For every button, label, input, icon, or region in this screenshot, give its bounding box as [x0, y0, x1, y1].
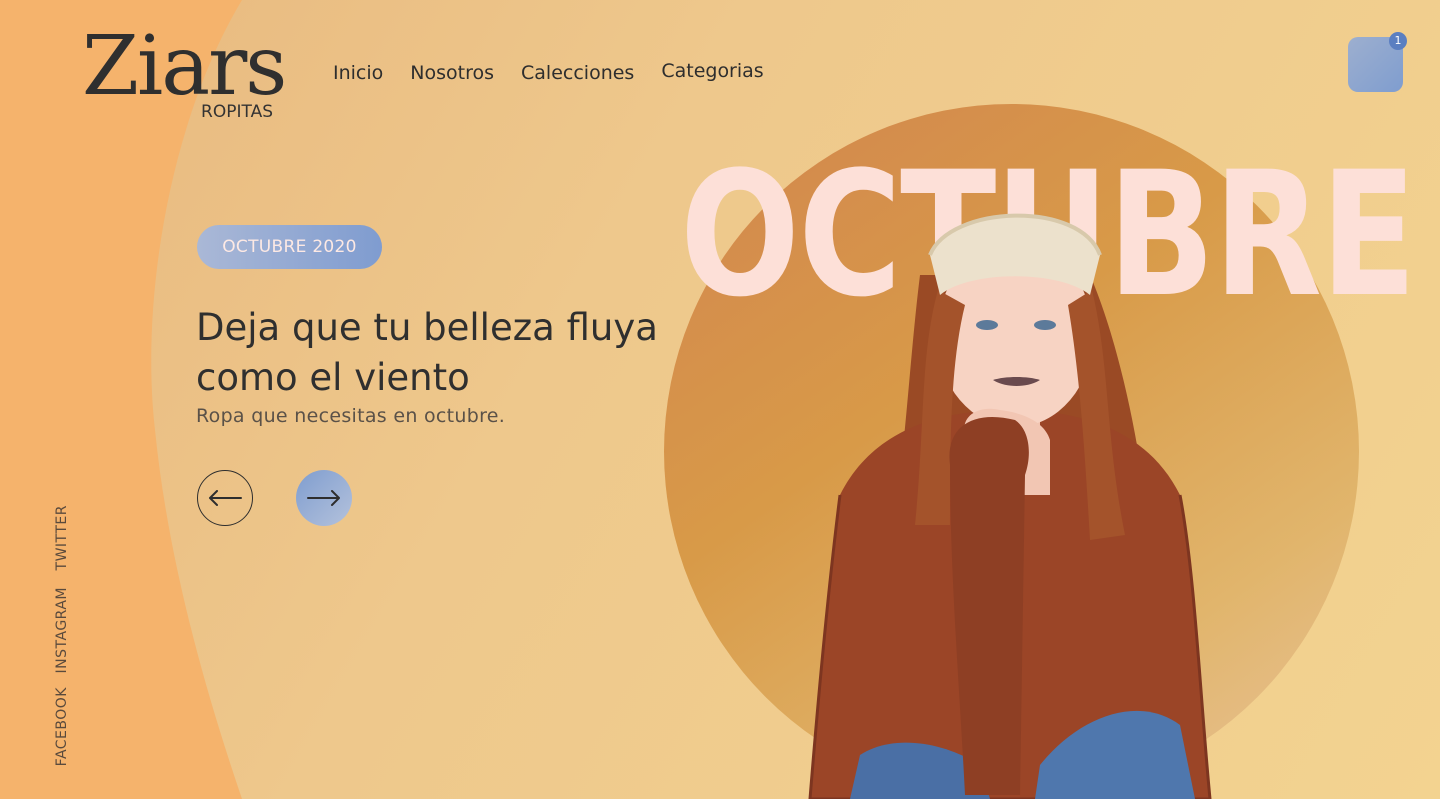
brand-name: Ziars	[82, 19, 287, 114]
season-badge: OCTUBRE 2020	[197, 225, 382, 269]
hero-headline-line2: como el viento	[196, 356, 470, 399]
brand-tagline: ROPITAS	[201, 102, 273, 122]
hero-subtitle: Ropa que necesitas en octubre.	[196, 405, 506, 427]
nav-item-categorias[interactable]: Categorias	[661, 60, 763, 82]
model-photo	[808, 213, 1212, 799]
social-link-twitter[interactable]: TWITTER	[54, 505, 70, 570]
nav-item-inicio[interactable]: Inicio	[333, 62, 383, 84]
nav-item-calecciones[interactable]: Calecciones	[521, 62, 634, 84]
social-links: FACEBOOK INSTAGRAM TWITTER	[54, 505, 76, 770]
arrow-right-icon	[307, 490, 340, 506]
social-link-facebook[interactable]: FACEBOOK	[54, 687, 70, 766]
hero-headline: Deja que tu belleza fluya como el viento	[196, 303, 676, 403]
next-slide-button[interactable]	[296, 470, 352, 526]
prev-slide-button[interactable]	[197, 470, 253, 526]
hero-headline-line1: Deja que tu belleza fluya	[196, 306, 658, 349]
cart-count-badge: 1	[1389, 32, 1407, 50]
social-link-instagram[interactable]: INSTAGRAM	[54, 587, 70, 673]
arrow-left-icon	[209, 490, 242, 506]
nav-item-nosotros[interactable]: Nosotros	[410, 62, 494, 84]
brand-logo[interactable]: Ziars ROPITAS	[82, 26, 287, 123]
main-nav: Inicio Nosotros Calecciones Categorias	[333, 60, 791, 84]
cart-button[interactable]: 1	[1348, 32, 1407, 92]
